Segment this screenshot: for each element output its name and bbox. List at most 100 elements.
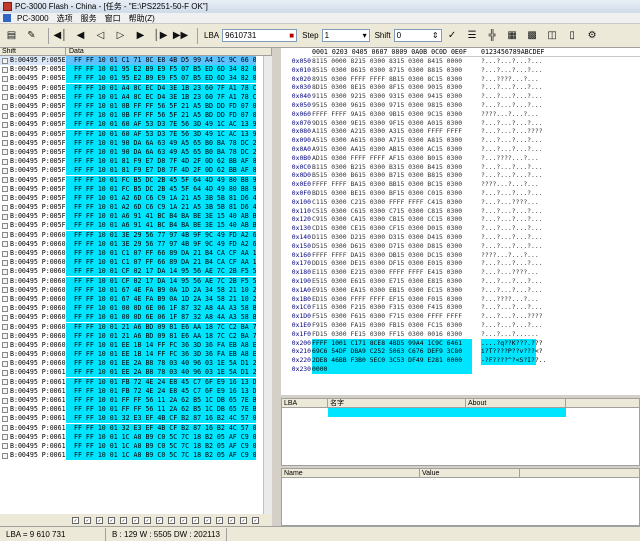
goto-icon[interactable]: ▶▶ xyxy=(173,28,188,43)
list-item[interactable]: B:00495 P:005F FF FF 10 01 81 F9 E7 D8 7F… xyxy=(0,157,271,167)
list-item[interactable]: B:00495 P:0061 FF FF 10 01 FB 72 4E 24 E8… xyxy=(0,377,271,387)
hex-row[interactable]: 0x200 FFFF 1001 C171 8CE8 4BD5 99A4 1C9C … xyxy=(292,338,640,348)
list-item[interactable]: B:00495 P:0061 FF FF 10 01 32 E3 EF 4B CF… xyxy=(0,423,271,433)
hex-row[interactable]: 0x070 9D15 0300 9E15 0300 9F15 0300 A015 … xyxy=(292,119,640,128)
first-page-icon[interactable]: ◀│ xyxy=(53,28,68,43)
list-item[interactable]: B:00495 P:0060 FF FF 10 01 CF 02 17 DA 14… xyxy=(0,276,271,286)
column-checkbox[interactable]: ✓ xyxy=(228,516,235,524)
column-header-about[interactable]: About xyxy=(466,399,566,407)
list-item[interactable]: B:00495 P:005F FF FF 10 01 90 DA 6A 63 49… xyxy=(0,138,271,148)
hex-row[interactable]: 0x230 0000 xyxy=(292,364,640,374)
hex-row[interactable]: 0x130 CD15 0300 CE15 0300 CF15 0300 D015 … xyxy=(292,224,640,233)
column-header-shift[interactable]: Shift xyxy=(0,48,66,55)
list-item[interactable]: B:00495 P:005F FF FF 10 01 0B FF FF 56 5F… xyxy=(0,102,271,112)
column-header-name[interactable]: Name xyxy=(282,469,420,477)
hex-row[interactable]: 0x0C0 B115 0300 B215 0300 B315 0300 B415 … xyxy=(292,163,640,172)
list-item[interactable]: B:00495 P:0060 FF FF 10 01 3E 29 56 77 97… xyxy=(0,239,271,249)
hex-row[interactable]: 0x1E0 F915 0300 FA15 0300 FB15 0300 FC15 … xyxy=(292,321,640,330)
list-item[interactable]: B:00495 P:0061 FF FF 10 01 32 E3 EF 4B CF… xyxy=(0,414,271,424)
hex-row[interactable]: 0x1B0 ED15 0300 FFFF FFFF EF15 0300 F015 … xyxy=(292,295,640,304)
hex-row[interactable]: 0x140 D115 0300 D215 0300 D315 0300 D415 … xyxy=(292,233,640,242)
clear-icon[interactable]: ■ xyxy=(289,31,294,40)
column-header-name[interactable]: 名字 xyxy=(328,399,466,407)
list-item[interactable]: B:00495 P:005F FF FF 10 01 60 AF 53 D3 7E… xyxy=(0,129,271,139)
column-checkbox[interactable]: ✓ xyxy=(192,516,199,524)
column-checkbox[interactable]: ✓ xyxy=(132,516,139,524)
hex-row[interactable]: 0x0E0 FFFF FFFF BA15 0300 BB15 0300 BC15 … xyxy=(292,180,640,189)
shift-input[interactable]: 0 ⇕ xyxy=(393,29,442,42)
menu-service[interactable]: 服务 xyxy=(77,13,101,24)
column-checkbox[interactable]: ✓ xyxy=(108,516,115,524)
hex-row[interactable]: 0x210 69C6 54DF DBA9 C252 5063 C676 DEF9 … xyxy=(292,347,640,357)
menu-window[interactable]: 窗口 xyxy=(101,13,125,24)
prev-icon[interactable]: ◁ xyxy=(93,28,108,43)
column-checkbox[interactable]: ✓ xyxy=(168,516,175,524)
list-item[interactable]: B:00495 P:005E FF FF 10 01 C1 71 8C E8 4B… xyxy=(0,56,271,66)
list-item[interactable]: B:00495 P:005F FF FF 10 01 A2 6D C6 C9 1A… xyxy=(0,203,271,213)
spin-icon[interactable]: ⇕ xyxy=(432,31,439,40)
hex-row[interactable]: 0x1D0 F515 0300 F615 0300 F715 0300 FFFF … xyxy=(292,312,640,321)
list-item[interactable]: B:00495 P:005F FF FF 10 01 A6 91 41 BC B4… xyxy=(0,221,271,231)
save-icon[interactable]: ▤ xyxy=(4,28,19,43)
list-item[interactable]: B:00495 P:0060 FF FF 10 01 3E 29 56 77 97… xyxy=(0,230,271,240)
hex-row[interactable]: 0x020 8915 0300 FFFF FFFF 8B15 0300 8C15 … xyxy=(292,75,640,84)
hex-row[interactable]: 0x100 C115 0300 C215 0300 FFFF FFFF C415 … xyxy=(292,198,640,207)
column-header-data[interactable]: Data xyxy=(66,48,84,55)
list-item[interactable]: B:00495 P:005F FF FF 10 01 A6 91 41 BC B4… xyxy=(0,212,271,222)
column-checkbox[interactable]: ✓ xyxy=(96,516,103,524)
list-item[interactable]: B:00495 P:0061 FF FF 10 01 1C A8 B9 C0 5C… xyxy=(0,451,271,461)
hex-row[interactable]: 0x160 FFFF FFFF DA15 0300 DB15 0300 DC15 … xyxy=(292,251,640,260)
hex-row[interactable]: 0x050 8115 0000 8215 0300 8315 0300 8415 … xyxy=(292,57,640,66)
list-item[interactable]: B:00495 P:0060 FF FF 10 01 00 0D 6E 06 1F… xyxy=(0,304,271,314)
vertical-scrollbar[interactable] xyxy=(263,56,272,514)
hex-row[interactable]: 0x040 9115 0300 9215 0300 9315 0300 9415 … xyxy=(292,92,640,101)
hex-row[interactable]: 0x060 FFFF FFFF 9A15 0300 9B15 0300 9C15 … xyxy=(292,110,640,119)
hex-row[interactable]: 0x150 D515 0300 D615 0300 D715 0300 D815 … xyxy=(292,242,640,251)
columns-icon[interactable]: ◫ xyxy=(545,28,560,43)
list-item[interactable]: B:00495 P:0060 FF FF 10 01 EE 1B 14 FF FC… xyxy=(0,340,271,350)
hex-row[interactable]: 0x0D0 B515 0300 B615 0300 B715 0300 B815 … xyxy=(292,171,640,180)
column-checkbox[interactable]: ✓ xyxy=(120,516,127,524)
chevron-down-icon[interactable]: ▾ xyxy=(363,31,367,40)
lba-input[interactable]: 9610731 ■ xyxy=(222,29,298,42)
list-item[interactable]: B:00495 P:005E FF FF 10 01 95 E2 B9 E9 F5… xyxy=(0,65,271,75)
list-item[interactable]: B:00495 P:005E FF FF 10 01 A4 8C EC D4 3E… xyxy=(0,92,271,102)
next-icon[interactable]: ▷ xyxy=(113,28,128,43)
list-item[interactable]: B:00495 P:0060 FF FF 10 01 EE 1B 14 FF FC… xyxy=(0,350,271,360)
tool-icon[interactable]: ⚙ xyxy=(585,28,600,43)
list-item[interactable]: B:00495 P:0061 FF FF 10 01 FF FF 56 11 2A… xyxy=(0,396,271,406)
last-page-icon[interactable]: │▶ xyxy=(153,28,168,43)
hex-row[interactable]: 0x050 9515 0300 9615 0300 9715 0300 9815 … xyxy=(292,101,640,110)
hex-row[interactable]: 0x090 A515 0300 A615 0300 A715 0300 A815 … xyxy=(292,136,640,145)
check-icon[interactable]: ✓ xyxy=(445,28,460,43)
list-item[interactable]: B:00495 P:005F FF FF 10 01 90 DA 6A 63 49… xyxy=(0,147,271,157)
list-item[interactable]: B:00495 P:005F FF FF 10 01 81 F9 E7 D8 7F… xyxy=(0,166,271,176)
table-row[interactable] xyxy=(282,408,639,417)
list-item[interactable]: B:00495 P:005E FF FF 10 01 A4 8C EC D4 3E… xyxy=(0,83,271,93)
next-page-icon[interactable]: ▶ xyxy=(133,28,148,43)
menu-help[interactable]: 帮助(Z) xyxy=(125,13,159,24)
grid-icon[interactable]: ▦ xyxy=(505,28,520,43)
list-item[interactable]: B:00495 P:0060 FF FF 10 01 EE 2A B8 78 03… xyxy=(0,359,271,369)
step-select[interactable]: 1 ▾ xyxy=(321,29,370,42)
hex-row[interactable]: 0x080 A115 0300 A215 0300 A315 0300 FFFF … xyxy=(292,127,640,136)
column-checkbox[interactable]: ✓ xyxy=(204,516,211,524)
list-item[interactable]: B:00495 P:0061 FF FF 10 01 EE 2A B8 78 03… xyxy=(0,368,271,378)
edit-icon[interactable]: ✎ xyxy=(24,28,39,43)
hex-row[interactable]: 0x030 8D15 0300 8E15 0300 8F15 0300 9015 … xyxy=(292,83,640,92)
column-header-value[interactable]: Value xyxy=(420,469,520,477)
list-item[interactable]: B:00495 P:0061 FF FF 10 01 1C A8 B9 C0 5C… xyxy=(0,432,271,442)
list-item[interactable]: B:00495 P:0060 FF FF 10 01 21 A6 BD 09 81… xyxy=(0,331,271,341)
list-item[interactable]: B:00495 P:0061 FF FF 10 01 1C A8 B9 C0 5C… xyxy=(0,441,271,451)
list-item[interactable]: B:00495 P:0060 FF FF 10 01 67 4E FA B9 0A… xyxy=(0,294,271,304)
column-checkbox[interactable]: ✓ xyxy=(240,516,247,524)
list-item[interactable]: B:00495 P:005F FF FF 10 01 FC B5 DC 2B 45… xyxy=(0,184,271,194)
list-item[interactable]: B:00495 P:0060 FF FF 10 01 C1 07 FF 66 89… xyxy=(0,249,271,259)
hex-row[interactable]: 0x120 C915 0300 CA15 0300 CB15 0300 CC15 … xyxy=(292,215,640,224)
list-item[interactable]: B:00495 P:0060 FF FF 10 01 21 A6 BD 09 81… xyxy=(0,322,271,332)
column-checkbox[interactable]: ✓ xyxy=(144,516,151,524)
menu-app[interactable]: PC-3000 xyxy=(13,14,53,23)
prev-page-icon[interactable]: ◀ xyxy=(73,28,88,43)
menu-options[interactable]: 选项 xyxy=(53,13,77,24)
hex-row[interactable]: 0x170 DD15 0300 DE15 0300 DF15 0300 E015 … xyxy=(292,259,640,268)
